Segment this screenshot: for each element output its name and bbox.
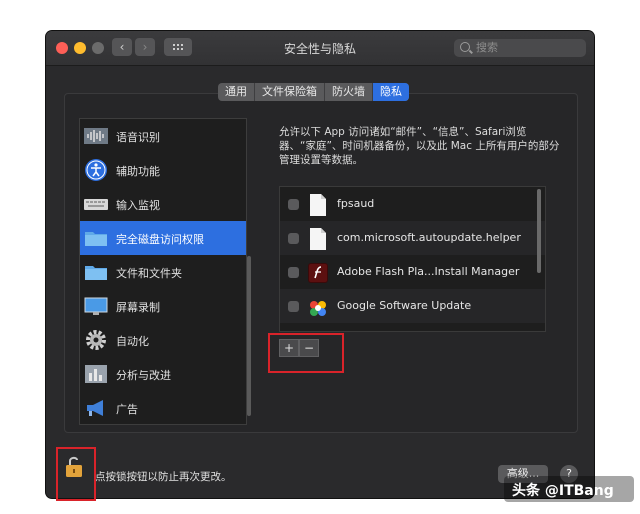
app-row-microsoft-autoupdate[interactable]: com.microsoft.autoupdate.helper <box>280 221 545 255</box>
sidebar-item-label: 自动化 <box>116 335 149 348</box>
search-field[interactable]: 搜索 <box>454 39 586 57</box>
keyboard-icon <box>84 199 108 210</box>
highlight-lock <box>56 447 96 501</box>
app-list-scrollbar[interactable] <box>537 189 541 273</box>
sidebar-item-speech-recognition[interactable]: 语音识别 <box>80 119 246 153</box>
app-row-partial <box>280 323 545 331</box>
google-update-icon <box>310 301 326 316</box>
title-bar: ‹ › 安全性与隐私 搜索 <box>46 31 594 66</box>
sidebar-item-label: 辅助功能 <box>116 165 160 178</box>
app-name: Google Software Update <box>337 299 472 312</box>
sidebar-scrollbar[interactable] <box>247 256 251 416</box>
sidebar-item-label: 屏幕录制 <box>116 301 160 314</box>
search-icon <box>460 42 470 52</box>
chart-icon <box>85 365 107 383</box>
sidebar-item-files-and-folders[interactable]: 文件和文件夹 <box>80 255 246 289</box>
sidebar-item-input-monitoring[interactable]: 输入监视 <box>80 187 246 221</box>
lock-message: 点按锁按钮以防止再次更改。 <box>95 471 232 483</box>
tab-filevault[interactable]: 文件保险箱 <box>255 83 325 101</box>
folder-icon <box>85 266 107 280</box>
sidebar-item-label: 文件和文件夹 <box>116 267 182 280</box>
app-row-google-software-update[interactable]: Google Software Update <box>280 289 545 323</box>
tab-general[interactable]: 通用 <box>218 83 255 101</box>
access-description: 允许以下 App 访问诸如“邮件”、“信息”、Safari浏览器、“家庭”、时间… <box>279 126 560 166</box>
sidebar-item-label: 语音识别 <box>116 131 160 144</box>
privacy-category-list: 语音识别 辅助功能 输入监视 完全磁盘访问权限 文件和文件夹 屏幕录制 自动化 <box>79 118 247 425</box>
app-checkbox[interactable] <box>288 233 299 244</box>
sidebar-item-analytics[interactable]: 分析与改进 <box>80 357 246 391</box>
sidebar-item-advertising[interactable]: 广告 <box>80 391 246 425</box>
flash-icon <box>308 263 328 283</box>
sidebar-item-full-disk-access[interactable]: 完全磁盘访问权限 <box>80 221 246 255</box>
megaphone-icon <box>87 400 103 416</box>
display-icon <box>84 297 108 315</box>
preferences-window: ‹ › 安全性与隐私 搜索 通用 文件保险箱 防火墙 隐私 语音识别 辅助功能 … <box>46 31 594 498</box>
app-checkbox[interactable] <box>288 267 299 278</box>
document-icon <box>310 194 326 216</box>
app-name: com.microsoft.autoupdate.helper <box>337 231 521 244</box>
app-row-adobe-flash[interactable]: Adobe Flash Pla...Install Manager <box>280 255 545 289</box>
tab-bar: 通用 文件保险箱 防火墙 隐私 <box>218 83 409 101</box>
app-row-fpsaud[interactable]: fpsaud <box>280 187 545 221</box>
sidebar-item-accessibility[interactable]: 辅助功能 <box>80 153 246 187</box>
app-list: fpsaud com.microsoft.autoupdate.helper A… <box>279 186 546 332</box>
watermark: 头条 @ITBang <box>512 483 614 499</box>
document-icon <box>310 228 326 250</box>
app-name: fpsaud <box>337 197 375 210</box>
waveform-icon <box>84 128 108 144</box>
app-name: Adobe Flash Pla...Install Manager <box>337 265 520 278</box>
sidebar-item-automation[interactable]: 自动化 <box>80 323 246 357</box>
app-checkbox[interactable] <box>288 199 299 210</box>
sidebar-item-label: 分析与改进 <box>116 369 171 382</box>
sidebar-item-label: 完全磁盘访问权限 <box>116 233 204 246</box>
gear-icon <box>86 330 106 350</box>
app-checkbox[interactable] <box>288 301 299 312</box>
tab-privacy[interactable]: 隐私 <box>373 83 409 101</box>
tab-firewall[interactable]: 防火墙 <box>325 83 373 101</box>
highlight-add-remove <box>268 333 344 373</box>
folder-icon <box>85 232 107 246</box>
sidebar-item-label: 输入监视 <box>116 199 160 212</box>
sidebar-item-screen-recording[interactable]: 屏幕录制 <box>80 289 246 323</box>
search-placeholder: 搜索 <box>476 41 498 54</box>
accessibility-icon <box>85 159 107 181</box>
sidebar-item-label: 广告 <box>116 403 138 416</box>
